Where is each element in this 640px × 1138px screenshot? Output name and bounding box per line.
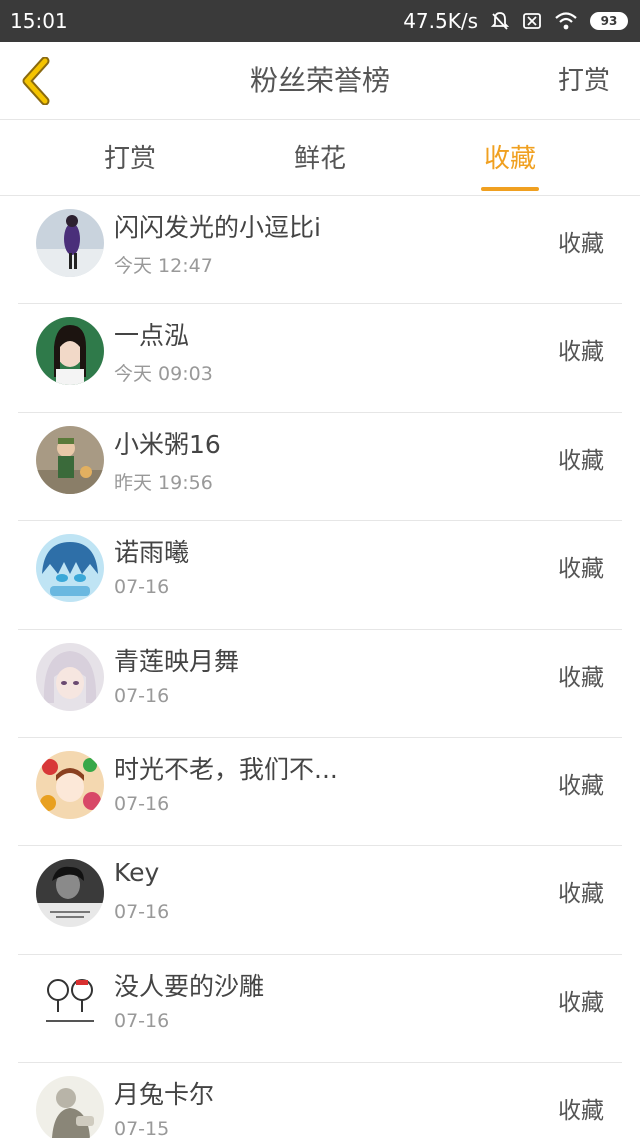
fan-time: 07-16 xyxy=(114,684,170,707)
list-item[interactable]: 时光不老，我们不... 07-16 收藏 xyxy=(18,738,622,847)
avatar xyxy=(36,642,104,711)
reward-button[interactable]: 打赏 xyxy=(558,42,610,120)
fan-name: 一点泓 xyxy=(114,321,190,351)
tab-label: 打赏 xyxy=(103,144,156,174)
list-item[interactable]: 闪闪发光的小逗比i 今天 12:47 收藏 xyxy=(18,196,622,305)
status-time: 15:01 xyxy=(10,9,68,33)
avatar xyxy=(36,750,104,819)
tab-reward[interactable]: 打赏 xyxy=(70,120,190,196)
avatar xyxy=(36,1076,104,1138)
status-bar: 15:01 47.5K/s 93 xyxy=(0,0,640,42)
tab-favorites[interactable]: 收藏 xyxy=(450,120,570,196)
fan-name: 没人要的沙雕 xyxy=(114,971,265,1001)
bell-muted-icon xyxy=(490,11,510,31)
avatar xyxy=(36,317,104,386)
tab-label: 鲜花 xyxy=(293,144,346,174)
action-label: 收藏 xyxy=(558,881,604,908)
tab-flowers[interactable]: 鲜花 xyxy=(260,120,380,196)
header-bar: 粉丝荣誉榜 打赏 xyxy=(0,42,640,120)
network-speed: 47.5K/s xyxy=(403,9,478,33)
action-label: 收藏 xyxy=(558,447,604,474)
action-label: 收藏 xyxy=(558,1098,604,1125)
tab-label: 收藏 xyxy=(483,144,536,174)
list-item[interactable]: 一点泓 今天 09:03 收藏 xyxy=(18,304,622,413)
fan-time: 今天 09:03 xyxy=(114,363,213,386)
fan-name: 诺雨曦 xyxy=(114,538,190,568)
fan-time: 昨天 19:56 xyxy=(114,471,213,494)
avatar xyxy=(36,209,104,277)
fan-time: 07-16 xyxy=(114,792,170,815)
fan-name: 小米粥16 xyxy=(114,429,221,459)
fan-name: 青莲映月舞 xyxy=(114,646,240,676)
fan-name: Key xyxy=(114,858,160,888)
status-right: 47.5K/s 93 xyxy=(403,9,628,33)
avatar xyxy=(36,859,104,928)
list-item[interactable]: 月兔卡尔 07-15 收藏 xyxy=(18,1063,622,1138)
sim-off-icon xyxy=(522,11,542,31)
action-label: 收藏 xyxy=(558,556,604,583)
avatar xyxy=(36,967,104,1036)
fan-name: 时光不老，我们不... xyxy=(114,754,338,784)
avatar xyxy=(36,534,104,603)
action-label: 收藏 xyxy=(558,664,604,691)
tab-bar: 打赏 鲜花 收藏 xyxy=(0,120,640,196)
fan-time: 今天 12:47 xyxy=(114,255,213,277)
wifi-icon xyxy=(554,11,578,31)
action-label: 收藏 xyxy=(558,231,604,257)
fan-time: 07-16 xyxy=(114,576,170,599)
fan-time: 07-16 xyxy=(114,1009,170,1032)
fan-name: 闪闪发光的小逗比i xyxy=(114,213,321,242)
list-item[interactable]: 没人要的沙雕 07-16 收藏 xyxy=(18,955,622,1064)
list-item[interactable]: 青莲映月舞 07-16 收藏 xyxy=(18,630,622,738)
fan-time: 07-15 xyxy=(114,1118,170,1138)
action-label: 收藏 xyxy=(558,339,604,366)
avatar xyxy=(36,425,104,494)
list-item[interactable]: 小米粥16 昨天 19:56 收藏 xyxy=(18,413,622,522)
fan-time: 07-16 xyxy=(114,901,170,924)
action-label: 收藏 xyxy=(558,772,604,799)
fan-list: 闪闪发光的小逗比i 今天 12:47 收藏 一点泓 今天 09:03 收藏 小米… xyxy=(0,196,640,1138)
fan-name: 月兔卡尔 xyxy=(114,1080,215,1110)
active-tab-indicator xyxy=(481,187,539,191)
battery-icon: 93 xyxy=(590,12,628,30)
list-item[interactable]: Key 07-16 收藏 xyxy=(18,846,622,955)
list-item[interactable]: 诺雨曦 07-16 收藏 xyxy=(18,521,622,630)
page-title: 粉丝荣誉榜 xyxy=(249,64,390,97)
action-label: 收藏 xyxy=(558,989,604,1016)
